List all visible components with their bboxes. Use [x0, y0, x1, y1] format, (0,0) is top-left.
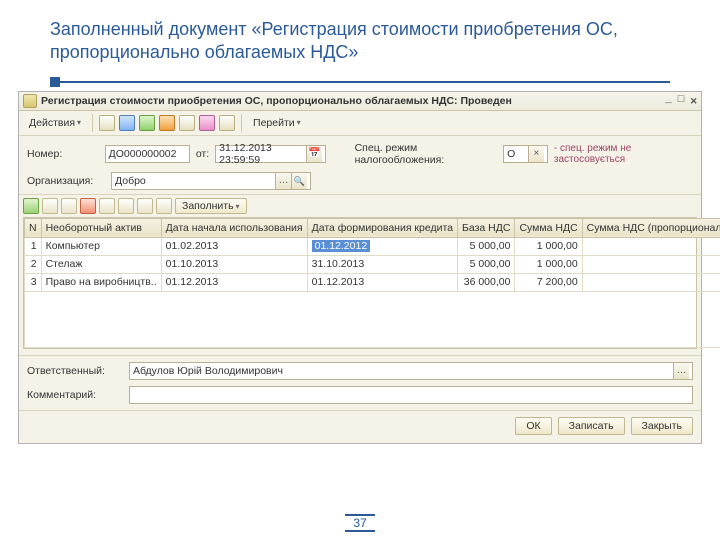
col-n[interactable]: N [25, 218, 42, 237]
actions-menu[interactable]: Действия [24, 115, 86, 131]
responsible-label: Ответственный: [27, 365, 123, 377]
dialog-buttons: ОК Записать Закрыть [19, 410, 701, 443]
move-down-icon[interactable] [118, 198, 134, 214]
comment-field[interactable] [129, 386, 693, 404]
toolbar-icon-post[interactable] [139, 115, 155, 131]
title-underline [50, 77, 670, 83]
spec-label: Спец. режим налогообложения: [355, 142, 498, 166]
delete-row-icon[interactable] [80, 198, 96, 214]
comment-label: Комментарий: [27, 389, 123, 401]
action-toolbar: Действия Перейти [19, 111, 701, 136]
goto-menu[interactable]: Перейти [248, 115, 306, 131]
slide-title: Заполненный документ «Регистрация стоимо… [0, 0, 720, 73]
form-footer: Ответственный: Абдулов Юрій Володимирови… [19, 355, 701, 410]
table-row[interactable]: 1 Компьютер 01.02.2013 01.12.2012 5 000,… [25, 237, 720, 255]
clear-icon[interactable]: × [528, 146, 544, 162]
window-controls: _ □ ✕ [665, 94, 697, 108]
app-icon [23, 94, 37, 108]
save-button[interactable]: Записать [558, 417, 625, 435]
minimize-button[interactable]: _ [665, 94, 672, 108]
org-field[interactable]: Добро … [111, 172, 311, 190]
form-header: Номер: ДО000000002 от: 31.12.2013 23:59:… [19, 136, 701, 194]
org-label: Организация: [27, 175, 105, 187]
number-field[interactable]: ДО000000002 [105, 145, 190, 163]
toolbar-icon-basis[interactable] [179, 115, 195, 131]
grid-toolbar: Заполнить [19, 194, 701, 217]
sort-desc-icon[interactable] [156, 198, 172, 214]
spec-field[interactable]: О × [503, 145, 548, 163]
spec-note: - спец. режим не застосовується [554, 143, 693, 165]
toolbar-icon-unpost[interactable] [159, 115, 175, 131]
ok-button[interactable]: ОК [515, 417, 551, 435]
asset-grid[interactable]: N Необоротный актив Дата начала использо… [23, 217, 697, 349]
close-button[interactable]: ✕ [690, 94, 697, 108]
col-prop[interactable]: Сумма НДС (пропорционально кредиту) [582, 218, 720, 237]
edit-row-icon[interactable] [61, 198, 77, 214]
move-up-icon[interactable] [99, 198, 115, 214]
close-dialog-button[interactable]: Закрыть [631, 417, 693, 435]
sort-asc-icon[interactable] [137, 198, 153, 214]
col-base[interactable]: База НДС [458, 218, 515, 237]
selected-cell[interactable]: 01.12.2012 [312, 240, 371, 252]
copy-row-icon[interactable] [42, 198, 58, 214]
app-window: Регистрация стоимости приобретения ОС, п… [18, 91, 702, 444]
number-label: Номер: [27, 148, 99, 160]
col-credit[interactable]: Дата формирования кредита [307, 218, 457, 237]
select-icon[interactable]: … [275, 173, 291, 189]
maximize-button[interactable]: □ [678, 94, 685, 108]
responsible-field[interactable]: Абдулов Юрій Володимирович … [129, 362, 693, 380]
fill-button[interactable]: Заполнить [175, 198, 247, 214]
add-row-icon[interactable] [23, 198, 39, 214]
toolbar-icon-report[interactable] [219, 115, 235, 131]
window-title: Регистрация стоимости приобретения ОС, п… [41, 95, 512, 107]
toolbar-icon-save[interactable] [99, 115, 115, 131]
toolbar-icon-refresh[interactable] [119, 115, 135, 131]
search-icon[interactable] [291, 173, 307, 189]
window-titlebar: Регистрация стоимости приобретения ОС, п… [19, 92, 701, 111]
table-row[interactable]: 3 Право на виробництв.. 01.12.2013 01.12… [25, 273, 720, 291]
col-start[interactable]: Дата начала использования [161, 218, 307, 237]
date-field[interactable]: 31.12.2013 23:59:59 📅 [215, 145, 326, 163]
select-icon[interactable]: … [673, 363, 689, 379]
calendar-icon[interactable]: 📅 [306, 146, 322, 162]
table-blank [25, 291, 720, 347]
col-vat[interactable]: Сумма НДС [515, 218, 582, 237]
col-asset[interactable]: Необоротный актив [41, 218, 161, 237]
table-row[interactable]: 2 Стелаж 01.10.2013 31.10.2013 5 000,00 … [25, 255, 720, 273]
toolbar-icon-print[interactable] [199, 115, 215, 131]
date-label: от: [196, 148, 209, 160]
page-number: 37 [0, 516, 720, 530]
